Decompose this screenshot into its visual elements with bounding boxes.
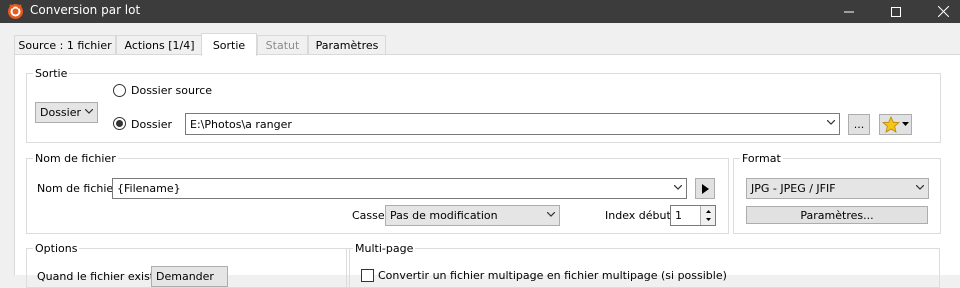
multipage-group: Multi-page Convertir un fichier multipag…: [346, 242, 940, 288]
tab-parametres[interactable]: Paramètres: [308, 35, 386, 55]
play-arrow-icon: [701, 183, 709, 194]
format-settings-button[interactable]: Paramètres...: [746, 206, 928, 224]
radio-dossier[interactable]: [113, 117, 126, 130]
close-icon: [937, 6, 949, 17]
sortie-group: Sortie Dossier Dossier source Dossier E:…: [26, 67, 941, 143]
app-logo-icon: [8, 4, 23, 19]
star-icon: [882, 116, 900, 133]
maximize-icon: [891, 6, 901, 17]
start-index-label: Index début: [605, 209, 671, 222]
tab-panel: Sortie Dossier Dossier source Dossier E:…: [14, 54, 960, 288]
group-title: Format: [740, 152, 783, 165]
format-select[interactable]: JPG - JPEG / JFIF: [746, 178, 929, 199]
filename-pattern-select[interactable]: {Filename}: [112, 178, 687, 199]
maximize-button[interactable]: [873, 0, 919, 23]
radio-selected-dot: [116, 120, 123, 127]
radio-dossier-label[interactable]: Dossier: [131, 118, 172, 131]
group-title: Multi-page: [353, 242, 416, 255]
window-title: Conversion par lot: [30, 3, 141, 17]
favorites-button[interactable]: [879, 114, 912, 135]
output-mode-select[interactable]: Dossier: [35, 102, 98, 123]
spin-buttons[interactable]: [700, 206, 715, 225]
radio-dossier-source-label[interactable]: Dossier source: [131, 84, 212, 97]
tab-sortie[interactable]: Sortie: [201, 33, 257, 56]
group-title: Options: [33, 242, 80, 255]
chevron-down-icon: [547, 212, 555, 217]
case-label: Casse: [352, 209, 385, 222]
tab-source[interactable]: Source : 1 fichier: [14, 35, 116, 55]
insert-token-button[interactable]: [695, 178, 715, 199]
browse-folder-button[interactable]: ...: [848, 114, 870, 135]
case-select[interactable]: Pas de modification: [385, 205, 560, 226]
start-index-value: 1: [675, 209, 682, 222]
file-exists-label: Quand le fichier existe: [37, 270, 161, 283]
start-index-spinner[interactable]: 1: [670, 205, 716, 226]
group-title: Nom de fichier: [33, 152, 118, 165]
chevron-down-icon: [916, 185, 924, 190]
multipage-checkbox-label[interactable]: Convertir un fichier multipage en fichie…: [378, 269, 727, 282]
file-exists-select[interactable]: Demander: [151, 266, 228, 287]
chevron-down-icon: [85, 109, 93, 114]
tab-statut: Statut: [257, 35, 308, 55]
minimize-button[interactable]: [826, 0, 872, 23]
chevron-down-icon: [674, 185, 682, 190]
multipage-checkbox[interactable]: [361, 269, 374, 282]
title-bar: Conversion par lot: [0, 0, 960, 23]
tab-actions[interactable]: Actions [1/4]: [116, 35, 203, 55]
filename-group: Nom de fichier Nom de fichier {Filename}…: [26, 152, 729, 234]
dropdown-arrow-icon: [902, 122, 909, 126]
group-title: Sortie: [33, 67, 70, 80]
spin-arrows-icon: [706, 210, 711, 221]
radio-dossier-source[interactable]: [113, 84, 126, 97]
chevron-down-icon: [827, 120, 835, 125]
folder-path-select[interactable]: E:\Photos\a ranger: [185, 113, 840, 135]
format-group: Format JPG - JPEG / JFIF Paramètres...: [733, 152, 941, 234]
minimize-icon: [844, 11, 854, 12]
close-button[interactable]: [920, 0, 960, 23]
filename-label: Nom de fichier: [37, 182, 118, 195]
options-group: Options Quand le fichier existe Demander: [26, 242, 350, 288]
